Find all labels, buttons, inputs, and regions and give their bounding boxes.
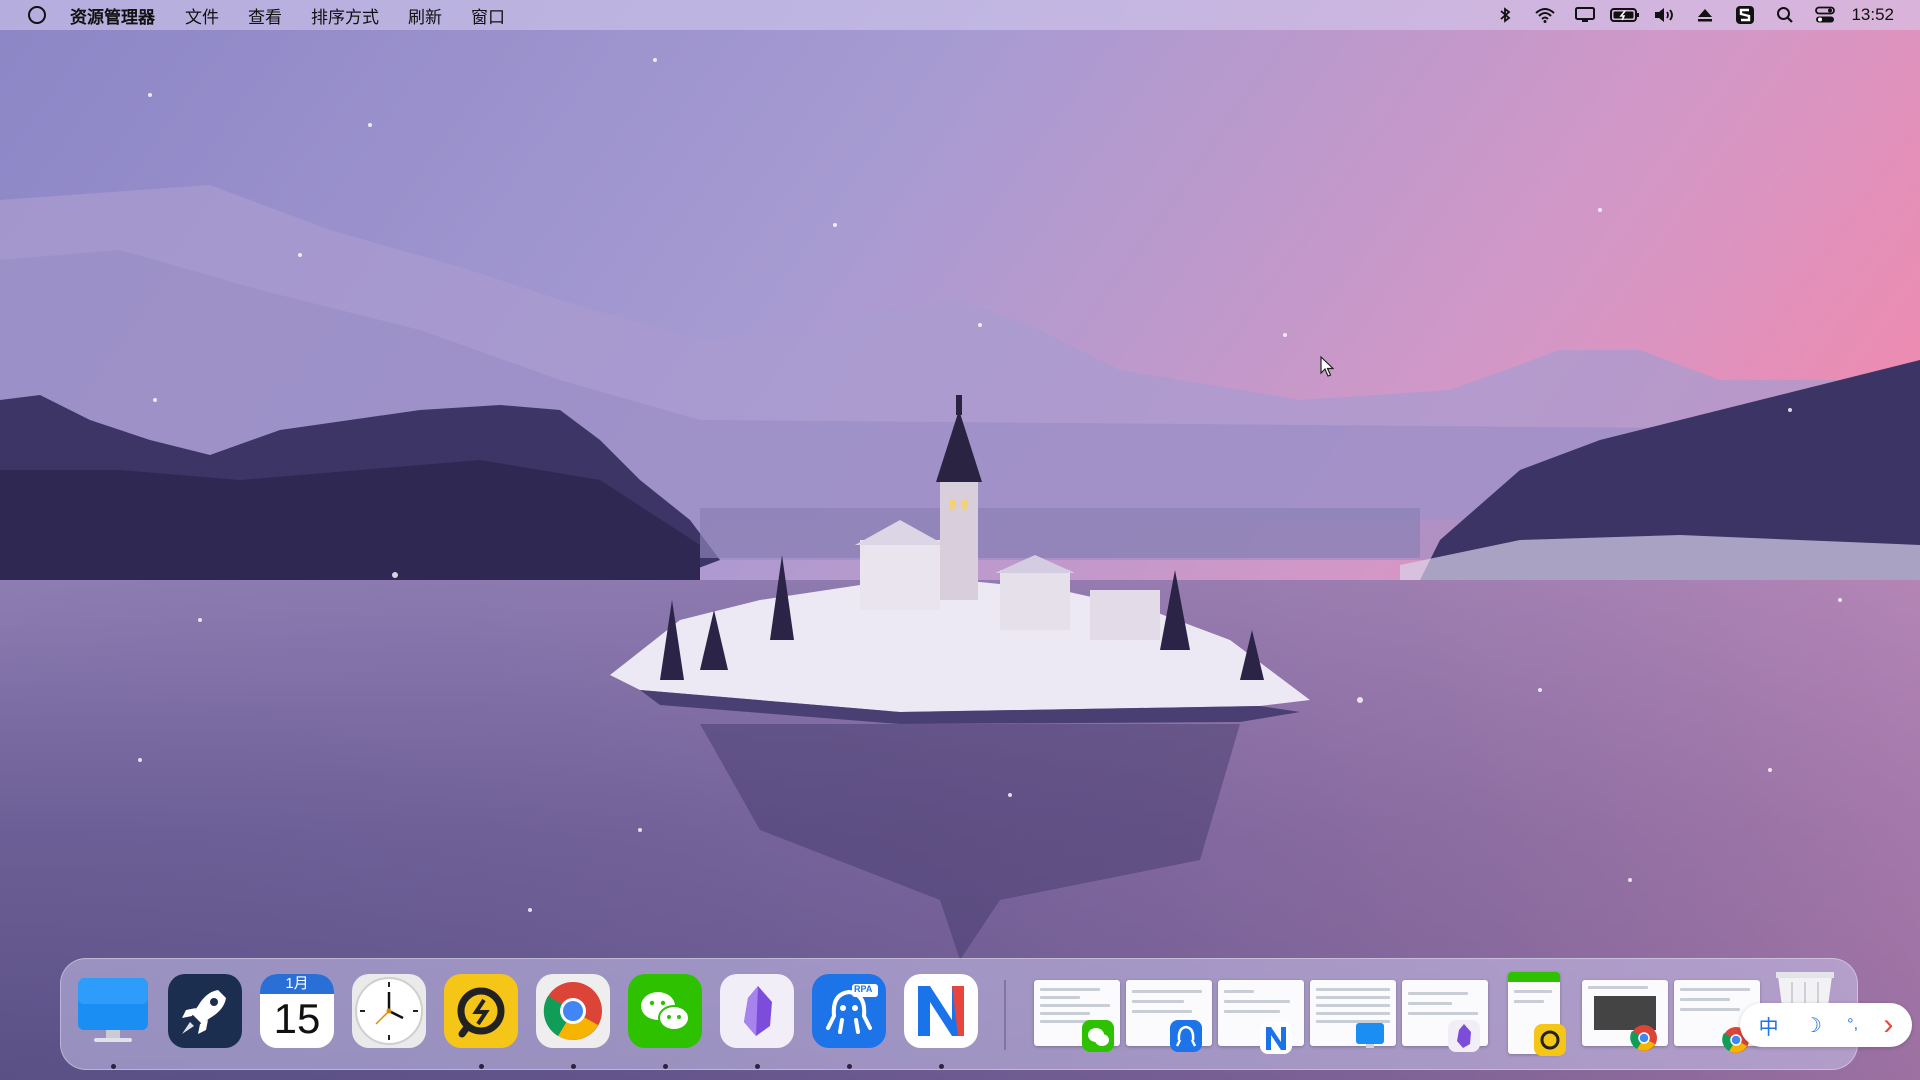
rpa-robot-icon [1170, 1020, 1202, 1052]
ime-punctuation-toggle[interactable]: °, [1847, 1016, 1858, 1034]
menu-file[interactable]: 文件 [185, 3, 219, 28]
notion-n-icon [1260, 1022, 1292, 1054]
battery-icon[interactable] [1605, 0, 1645, 30]
launchpad-rocket-icon[interactable] [168, 974, 242, 1048]
chrome-icon[interactable] [536, 974, 610, 1048]
finder-monitor-icon [1354, 1020, 1386, 1052]
volume-icon[interactable] [1645, 0, 1685, 30]
desktop-wallpaper [0, 0, 1920, 1080]
sogou-input-icon[interactable] [1725, 0, 1765, 30]
dock-separator [1004, 980, 1006, 1050]
chrome-icon [1628, 1022, 1660, 1054]
calendar-day: 15 [273, 995, 321, 1042]
running-indicator [111, 1064, 116, 1069]
control-center-icon[interactable] [1805, 0, 1845, 30]
mouse-cursor-icon [1320, 356, 1334, 377]
rpa-badge: RPA [854, 984, 873, 994]
menu-window[interactable]: 窗口 [471, 3, 505, 28]
rpa-robot-icon[interactable]: RPA [812, 974, 886, 1048]
notion-n-icon[interactable] [904, 974, 978, 1048]
calendar-icon[interactable]: 1月 15 [260, 974, 334, 1048]
clock-app-icon[interactable] [352, 974, 426, 1048]
obsidian-icon [1448, 1020, 1480, 1052]
running-indicator [755, 1064, 760, 1069]
eject-icon[interactable] [1685, 0, 1725, 30]
trash-icon[interactable] [1772, 966, 1838, 1006]
wechat-icon [1082, 1020, 1114, 1052]
menu-app-name[interactable]: 资源管理器 [70, 3, 155, 28]
menu-sort[interactable]: 排序方式 [311, 3, 379, 28]
ime-expand-arrow-icon[interactable]: › [1883, 1010, 1893, 1040]
calendar-month: 1月 [260, 974, 334, 994]
top-menu-bar: 资源管理器 文件 查看 排序方式 刷新 窗口 13:52 [0, 0, 1920, 30]
running-indicator [479, 1064, 484, 1069]
display-icon[interactable] [1565, 0, 1605, 30]
ime-moon-icon[interactable]: ☽ [1804, 1013, 1822, 1038]
dock: 1月 15 RPA [60, 958, 1858, 1070]
remote-desktop-icon[interactable] [444, 974, 518, 1048]
bluetooth-icon[interactable] [1485, 0, 1525, 30]
menu-view[interactable]: 查看 [248, 3, 282, 28]
wifi-icon[interactable] [1525, 0, 1565, 30]
ime-mode-toggle[interactable]: 中 [1759, 1011, 1779, 1040]
running-indicator [847, 1064, 852, 1069]
wechat-icon[interactable] [628, 974, 702, 1048]
menubar-clock[interactable]: 13:52 [1851, 5, 1894, 25]
search-icon[interactable] [1765, 0, 1805, 30]
running-indicator [663, 1064, 668, 1069]
obsidian-icon[interactable] [720, 974, 794, 1048]
system-logo-icon[interactable] [28, 6, 46, 24]
remote-desktop-icon [1534, 1024, 1566, 1056]
finder-monitor-icon[interactable] [76, 974, 150, 1048]
input-method-bar: 中 ☽ °, › [1740, 1003, 1912, 1047]
running-indicator [939, 1064, 944, 1069]
running-indicator [571, 1064, 576, 1069]
menu-refresh[interactable]: 刷新 [408, 3, 442, 28]
